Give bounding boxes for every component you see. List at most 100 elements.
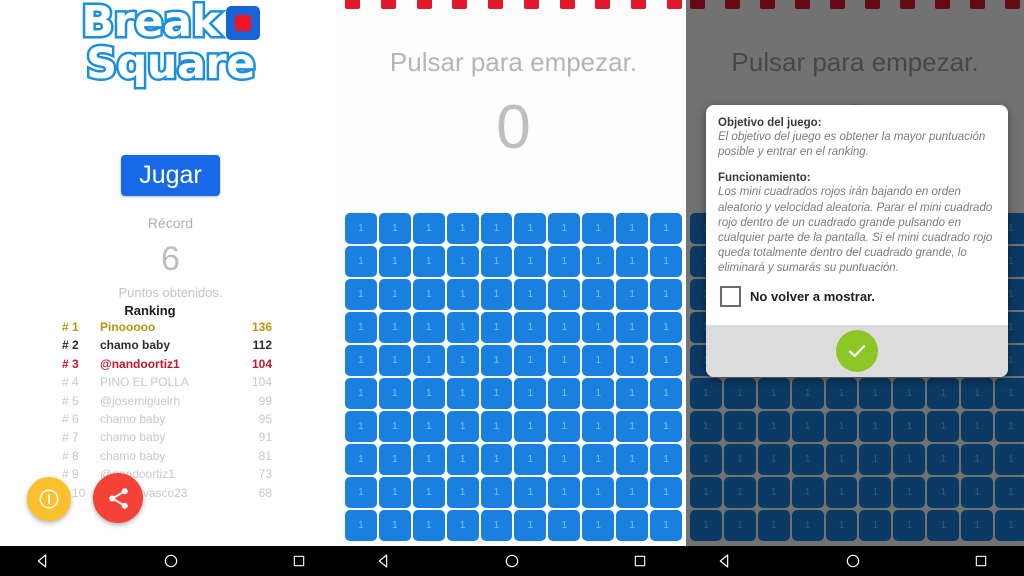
grid-cell[interactable]: 1: [582, 312, 615, 343]
grid-cell[interactable]: 1: [616, 411, 649, 442]
grid-cell[interactable]: 1: [446, 444, 479, 475]
grid-cell[interactable]: 1: [345, 378, 377, 409]
grid-cell[interactable]: 1: [650, 477, 682, 508]
grid-cell[interactable]: 1: [582, 477, 615, 508]
grid-cell[interactable]: 1: [514, 378, 547, 409]
grid-cell[interactable]: 1: [480, 510, 513, 541]
grid-cell[interactable]: 1: [514, 477, 547, 508]
grid-cell[interactable]: 1: [514, 444, 547, 475]
grid-cell[interactable]: 1: [650, 213, 682, 244]
grid-cell[interactable]: 1: [650, 378, 682, 409]
grid-cell[interactable]: 1: [378, 411, 411, 442]
grid-cell[interactable]: 1: [480, 312, 513, 343]
grid-cell[interactable]: 1: [480, 213, 513, 244]
grid-cell[interactable]: 1: [378, 279, 411, 310]
grid-cell[interactable]: 1: [650, 279, 682, 310]
grid-cell[interactable]: 1: [650, 246, 682, 277]
grid-cell[interactable]: 1: [412, 510, 445, 541]
grid-cell[interactable]: 1: [446, 246, 479, 277]
grid-cell[interactable]: 1: [582, 444, 615, 475]
grid-cell[interactable]: 1: [345, 312, 377, 343]
grid-cell[interactable]: 1: [514, 213, 547, 244]
grid-cell[interactable]: 1: [650, 510, 682, 541]
grid-cell[interactable]: 1: [582, 279, 615, 310]
grid-cell[interactable]: 1: [616, 213, 649, 244]
grid-cell[interactable]: 1: [616, 312, 649, 343]
game-screen[interactable]: Pulsar para empezar. 0 11111111111111111…: [341, 0, 686, 546]
grid-cell[interactable]: 1: [446, 213, 479, 244]
grid-cell[interactable]: 1: [446, 477, 479, 508]
grid-cell[interactable]: 1: [480, 378, 513, 409]
grid-cell[interactable]: 1: [616, 477, 649, 508]
grid-cell[interactable]: 1: [616, 444, 649, 475]
grid-cell[interactable]: 1: [446, 312, 479, 343]
grid-cell[interactable]: 1: [446, 345, 479, 376]
grid-cell[interactable]: 1: [378, 477, 411, 508]
grid-cell[interactable]: 1: [345, 477, 377, 508]
grid-cell[interactable]: 1: [345, 246, 377, 277]
home-button[interactable]: [151, 546, 191, 576]
grid-cell[interactable]: 1: [412, 411, 445, 442]
grid-cell[interactable]: 1: [548, 312, 581, 343]
grid-cell[interactable]: 1: [378, 246, 411, 277]
grid-cell[interactable]: 1: [582, 411, 615, 442]
grid-cell[interactable]: 1: [548, 444, 581, 475]
grid-cell[interactable]: 1: [412, 246, 445, 277]
grid-cell[interactable]: 1: [548, 510, 581, 541]
grid-cell[interactable]: 1: [345, 444, 377, 475]
grid-cell[interactable]: 1: [480, 345, 513, 376]
grid-cell[interactable]: 1: [480, 279, 513, 310]
grid-cell[interactable]: 1: [548, 213, 581, 244]
grid-cell[interactable]: 1: [378, 312, 411, 343]
grid-cell[interactable]: 1: [378, 510, 411, 541]
grid-cell[interactable]: 1: [446, 279, 479, 310]
grid-cell[interactable]: 1: [514, 246, 547, 277]
grid-cell[interactable]: 1: [548, 279, 581, 310]
grid-cell[interactable]: 1: [616, 246, 649, 277]
grid-cell[interactable]: 1: [378, 378, 411, 409]
play-button[interactable]: Jugar: [121, 155, 220, 196]
grid-cell[interactable]: 1: [582, 345, 615, 376]
grid-cell[interactable]: 1: [412, 213, 445, 244]
grid-cell[interactable]: 1: [582, 213, 615, 244]
grid-cell[interactable]: 1: [345, 411, 377, 442]
grid-cell[interactable]: 1: [582, 246, 615, 277]
grid-cell[interactable]: 1: [446, 411, 479, 442]
grid-cell[interactable]: 1: [514, 312, 547, 343]
grid-cell[interactable]: 1: [650, 444, 682, 475]
grid-cell[interactable]: 1: [345, 345, 377, 376]
grid-cell[interactable]: 1: [514, 345, 547, 376]
grid-cell[interactable]: 1: [616, 378, 649, 409]
grid-cell[interactable]: 1: [650, 345, 682, 376]
dont-show-again-checkbox[interactable]: [720, 286, 741, 308]
grid-cell[interactable]: 1: [345, 279, 377, 310]
grid-cell[interactable]: 1: [582, 510, 615, 541]
grid-cell[interactable]: 1: [345, 213, 377, 244]
grid-cell[interactable]: 1: [514, 411, 547, 442]
grid-cell[interactable]: 1: [412, 345, 445, 376]
grid-cell[interactable]: 1: [616, 345, 649, 376]
grid-cell[interactable]: 1: [616, 510, 649, 541]
grid-cell[interactable]: 1: [412, 378, 445, 409]
dont-show-again-row[interactable]: No volver a mostrar.: [720, 286, 996, 308]
grid-cell[interactable]: 1: [514, 279, 547, 310]
grid-cell[interactable]: 1: [480, 411, 513, 442]
back-button[interactable]: [705, 546, 745, 576]
grid-cell[interactable]: 1: [378, 444, 411, 475]
back-button[interactable]: [364, 546, 404, 576]
grid-cell[interactable]: 1: [378, 213, 411, 244]
home-button[interactable]: [492, 546, 532, 576]
home-button[interactable]: [833, 546, 873, 576]
grid-cell[interactable]: 1: [548, 246, 581, 277]
grid-cell[interactable]: 1: [582, 378, 615, 409]
grid-cell[interactable]: 1: [378, 345, 411, 376]
recents-button[interactable]: [279, 546, 319, 576]
grid-cell[interactable]: 1: [412, 312, 445, 343]
grid-cell[interactable]: 1: [514, 510, 547, 541]
info-button[interactable]: [27, 477, 71, 521]
grid-cell[interactable]: 1: [480, 246, 513, 277]
dialog-confirm-button[interactable]: [836, 330, 878, 373]
grid-cell[interactable]: 1: [616, 279, 649, 310]
grid-cell[interactable]: 1: [412, 279, 445, 310]
grid-cell[interactable]: 1: [480, 477, 513, 508]
